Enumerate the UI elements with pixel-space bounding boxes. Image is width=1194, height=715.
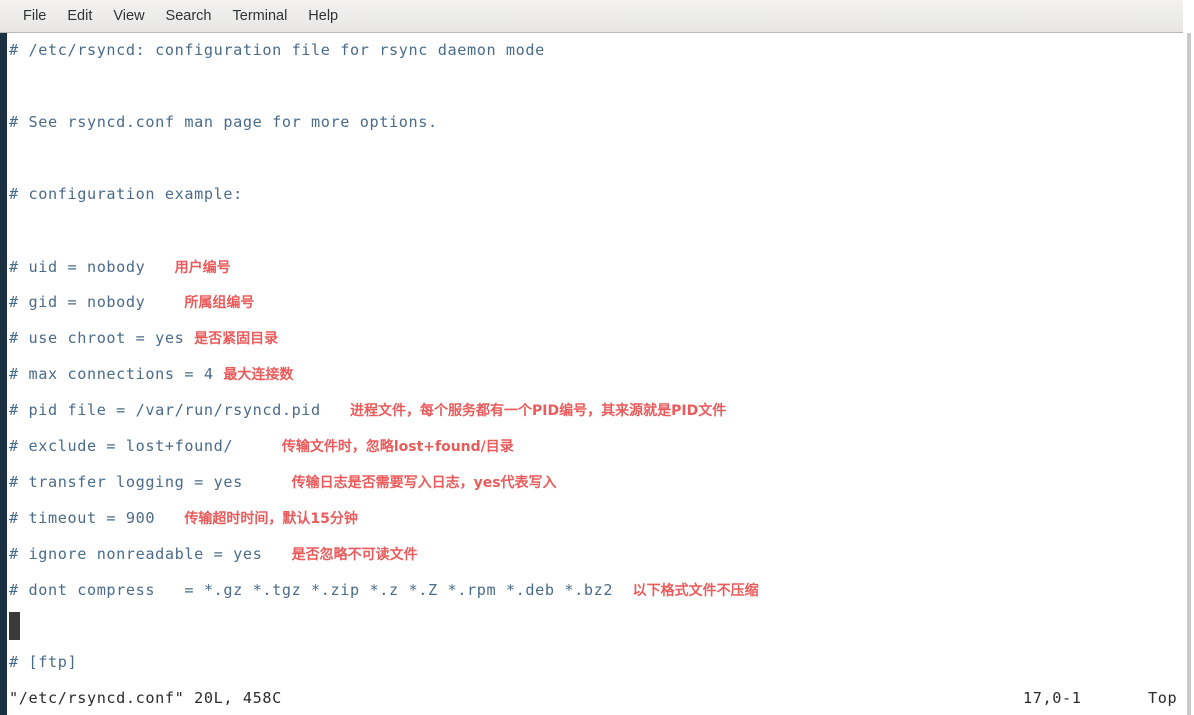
editor-line: # max connections = 4 最大连接数 xyxy=(9,363,293,385)
editor-line: # pid file = /var/run/rsyncd.pid 进程文件，每个… xyxy=(9,399,726,421)
line-code: # dont compress = *.gz *.tgz *.zip *.z *… xyxy=(9,581,633,599)
line-annotation: 以下格式文件不压缩 xyxy=(632,583,759,599)
menu-item-file[interactable]: File xyxy=(14,6,55,27)
line-annotation: 是否紧固目录 xyxy=(194,331,279,347)
status-line: "/etc/rsyncd.conf" 20L, 458C 17,0-1 Top xyxy=(9,687,1184,709)
terminal-window: File Edit View Search Terminal Help # /e… xyxy=(0,0,1194,715)
editor-line: # exclude = lost+found/ 传输文件时，忽略lost+fou… xyxy=(9,435,514,457)
line-code: # configuration example: xyxy=(9,185,243,203)
vertical-scrollbar[interactable] xyxy=(1183,33,1194,715)
editor-line: # use chroot = yes 是否紧固目录 xyxy=(9,327,278,349)
line-annotation: 传输超时时间，默认15分钟 xyxy=(184,511,358,527)
status-cursor-position: 17,0-1 xyxy=(1023,689,1082,707)
line-code: # transfer logging = yes xyxy=(9,473,292,491)
editor-line: # gid = nobody 所属组编号 xyxy=(9,291,254,313)
editor-line: # uid = nobody 用户编号 xyxy=(9,256,231,278)
line-code: # ignore nonreadable = yes xyxy=(9,545,292,563)
menu-item-view[interactable]: View xyxy=(104,6,153,27)
line-annotation: 传输文件时，忽略lost+found/目录 xyxy=(281,439,514,455)
line-annotation: 传输日志是否需要写入日志，yes代表写入 xyxy=(291,475,557,491)
menu-item-help[interactable]: Help xyxy=(299,6,347,27)
menu-item-edit[interactable]: Edit xyxy=(58,6,101,27)
editor-line: # configuration example: xyxy=(9,183,243,205)
editor-line: # dont compress = *.gz *.tgz *.zip *.z *… xyxy=(9,579,759,601)
menu-item-search[interactable]: Search xyxy=(157,6,221,27)
editor-line: # [ftp] xyxy=(9,651,77,673)
line-code: # max connections = 4 xyxy=(9,365,224,383)
menu-bar: File Edit View Search Terminal Help xyxy=(0,0,1183,33)
menu-item-terminal[interactable]: Terminal xyxy=(224,6,297,27)
line-code: # See rsyncd.conf man page for more opti… xyxy=(9,113,438,131)
line-annotation: 最大连接数 xyxy=(223,367,294,383)
line-annotation: 进程文件，每个服务都有一个PID编号，其来源就是PID文件 xyxy=(350,403,727,419)
status-scroll-indicator: Top xyxy=(1148,689,1178,707)
line-code: # use chroot = yes xyxy=(9,329,195,347)
status-file-info: "/etc/rsyncd.conf" 20L, 458C xyxy=(9,689,282,707)
line-annotation: 是否忽略不可读文件 xyxy=(291,547,418,563)
line-code: # gid = nobody xyxy=(9,293,185,311)
line-code: # pid file = /var/run/rsyncd.pid xyxy=(9,401,351,419)
editor-line: # ignore nonreadable = yes 是否忽略不可读文件 xyxy=(9,543,418,565)
editor-line: # timeout = 900 传输超时时间，默认15分钟 xyxy=(9,507,358,529)
editor-line: # /etc/rsyncd: configuration file for rs… xyxy=(9,39,545,61)
scrollbar-track[interactable] xyxy=(1187,33,1191,715)
editor-line: # See rsyncd.conf man page for more opti… xyxy=(9,111,438,133)
editor-line: # transfer logging = yes 传输日志是否需要写入日志，ye… xyxy=(9,471,557,493)
line-code: # timeout = 900 xyxy=(9,509,185,527)
terminal-content[interactable]: # /etc/rsyncd: configuration file for rs… xyxy=(0,33,1194,715)
window-frame-corner xyxy=(1183,0,1194,33)
line-code: # /etc/rsyncd: configuration file for rs… xyxy=(9,41,545,59)
editor-text-layer: # /etc/rsyncd: configuration file for rs… xyxy=(0,33,1194,715)
line-annotation: 用户编号 xyxy=(174,260,231,276)
text-cursor xyxy=(9,612,20,640)
line-code: # [ftp] xyxy=(9,653,78,671)
line-code: # uid = nobody xyxy=(9,258,175,276)
line-code: # exclude = lost+found/ xyxy=(9,437,282,455)
line-annotation: 所属组编号 xyxy=(184,295,255,311)
